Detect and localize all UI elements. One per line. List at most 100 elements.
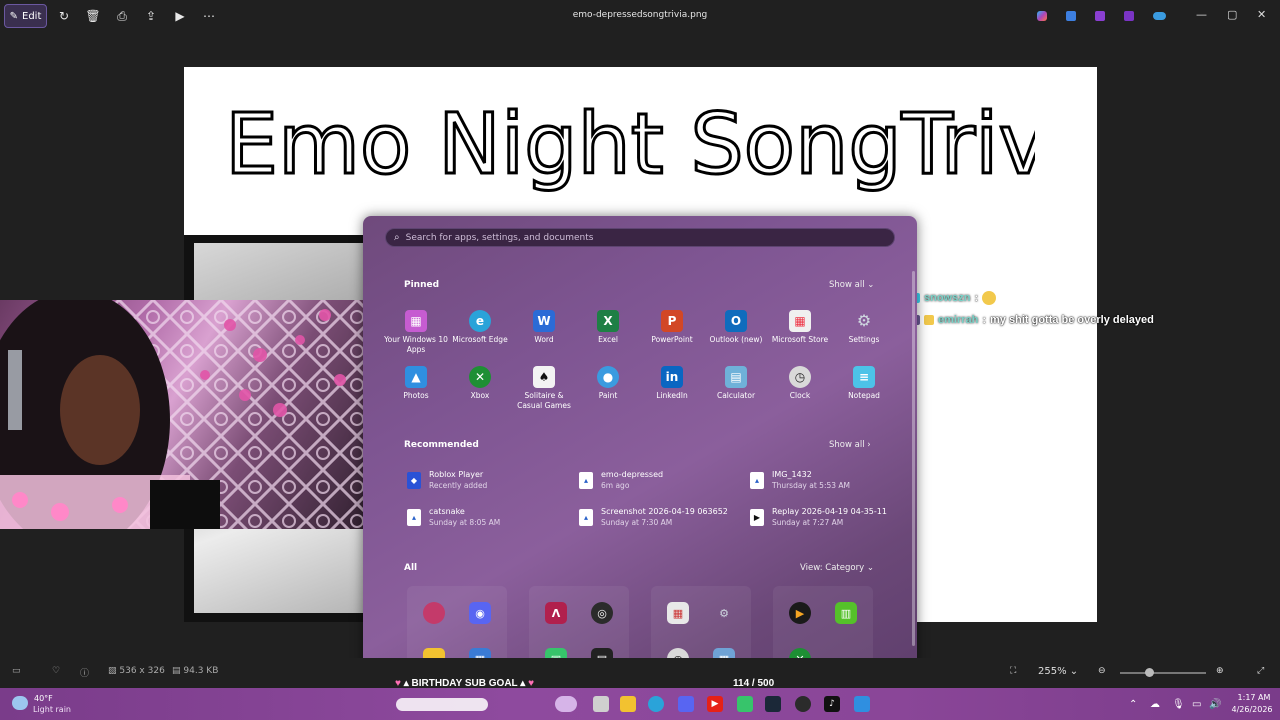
rec-name: Roblox Player [429,470,484,479]
badge-icon [924,315,934,325]
volume-icon[interactable]: 🔊 [1209,699,1221,710]
chat-message: my shit gotta be overly delayed [990,314,1154,326]
scrollbar[interactable] [912,271,915,646]
copilot-icon[interactable] [1034,5,1050,27]
pinned-app-calculator[interactable]: ▤ Calculator [704,366,768,401]
app-icon: ▥ [835,602,857,624]
recommended-title: Recommended [404,440,479,450]
rec-detail: Sunday at 7:27 AM [772,518,844,527]
fullscreen-icon[interactable]: ⤢ [1257,666,1264,676]
view-category-button[interactable]: View: Category ⌄ [800,563,874,573]
fit-icon[interactable]: ⛶ [1010,666,1016,676]
pinned-app-settings[interactable]: ⚙ Settings [832,310,896,345]
recommended-item[interactable]: ▶ Replay 2026-04-19 04-35-11 Sunday at 7… [750,507,887,527]
filmstrip-icon[interactable]: ▭ [12,666,21,676]
webcam-overlay [0,300,378,529]
edge-icon[interactable] [648,696,664,712]
zoom-slider[interactable] [1120,668,1206,677]
search-placeholder: Search for apps, settings, and documents [405,232,594,243]
show-all-label: Show all [829,440,865,450]
tiktok-icon[interactable]: ♪ [824,696,840,712]
network-icon[interactable]: ▭ [1192,699,1201,710]
task-view-icon[interactable] [593,696,609,712]
clock-time[interactable]: 1:17 AM [1237,693,1271,702]
chevron-up-icon[interactable]: ⌃ [1129,699,1137,710]
edge-icon: e [469,310,491,332]
info-icon[interactable]: ⓘ [80,666,89,679]
taskbar-search[interactable] [396,698,488,711]
minimize-icon[interactable]: — [1196,8,1207,21]
store-icon: ▦ [789,310,811,332]
recommended-show-all-button[interactable]: Show all › [829,440,871,450]
chat-username: snowszn [924,292,971,304]
webcam-scene [0,300,378,529]
recommended-item[interactable]: ◆ Roblox Player Recently added [407,470,487,490]
pinned-app-notepad[interactable]: ≡ Notepad [832,366,896,401]
zoom-select[interactable]: 255% ⌄ [1038,666,1078,677]
pinned-app-solitaire[interactable]: ♠ Solitaire & Casual Games [512,366,576,411]
pinned-app-edge[interactable]: e Microsoft Edge [448,310,512,345]
calculator-icon: ▤ [725,366,747,388]
app-label: PowerPoint [651,335,693,344]
rec-detail: Thursday at 5:53 AM [772,481,851,490]
microphone-icon[interactable]: 🎙 [1172,699,1185,710]
pinned-app-outlook[interactable]: O Outlook (new) [704,310,768,345]
pinned-show-all-button[interactable]: Show all ⌄ [829,280,874,290]
pinned-app-word[interactable]: W Word [512,310,576,345]
photos-icon[interactable] [854,696,870,712]
pinned-app-linkedin[interactable]: in LinkedIn [640,366,704,401]
discord-icon[interactable] [678,696,694,712]
image-dimensions: ▧ 536 x 326 [108,666,165,676]
file-explorer-icon[interactable] [620,696,636,712]
app-label: Outlook (new) [709,335,763,344]
chevron-down-icon: ⌄ [866,563,874,573]
pinned-app-photos[interactable]: ▲ Photos [384,366,448,401]
steam-icon[interactable] [765,696,781,712]
recommended-item[interactable]: ▴ emo-depressed 6m ago [579,470,663,490]
video-editor-icon[interactable] [1121,5,1137,27]
app-label: Word [534,335,554,344]
rec-detail: Sunday at 8:05 AM [429,518,501,527]
pinned-app-store[interactable]: ▦ Microsoft Store [768,310,832,345]
clock-date[interactable]: 4/26/2026 [1229,705,1275,714]
onedrive-icon[interactable] [1150,5,1168,27]
recommended-item[interactable]: ▴ catsnake Sunday at 8:05 AM [407,507,500,527]
app-label: Notepad [848,391,880,400]
onedrive-icon[interactable]: ☁ [1150,699,1160,710]
search-input[interactable]: ⌕ Search for apps, settings, and documen… [385,228,895,247]
filesize-text: 94.3 KB [183,666,219,676]
handwritten-title: Emo Night SongTrivia! [215,78,1159,218]
widgets-icon[interactable] [555,696,577,712]
recommended-item[interactable]: ▴ IMG_1432 Thursday at 5:53 AM [750,470,850,490]
rec-name: IMG_1432 [772,470,812,479]
app-icon[interactable] [737,696,753,712]
pinned-app-clock[interactable]: ◷ Clock [768,366,832,401]
youtube-icon[interactable]: ▶ [707,696,723,712]
weather-icon[interactable] [12,696,28,710]
pinned-app-paint[interactable]: ● Paint [576,366,640,401]
taskbar: 40°F Light rain ▶ ♪ ⌃ ☁ 🎙 ▭ 🔊 1:17 AM 4/… [0,688,1280,720]
start-menu: ⌕ Search for apps, settings, and documen… [363,216,917,688]
app-label: LinkedIn [656,391,688,400]
xbox-icon: ✕ [469,366,491,388]
app-label: Paint [598,391,618,400]
pinned-app-excel[interactable]: X Excel [576,310,640,345]
zoom-in-icon[interactable]: ⊕ [1216,666,1224,676]
rec-name: catsnake [429,507,465,516]
pinned-app-windows10[interactable]: ▦ Your Windows 10 Apps [384,310,448,355]
recommended-item[interactable]: ▴ Screenshot 2026-04-19 063652 Sunday at… [579,507,728,527]
pinned-app-xbox[interactable]: ✕ Xbox [448,366,512,401]
zoom-out-icon[interactable]: ⊖ [1098,666,1106,676]
obs-icon[interactable] [795,696,811,712]
dimensions-text: 536 x 326 [119,666,165,676]
designer-icon[interactable] [1063,5,1079,27]
app-icon: Λ [545,602,567,624]
chat-line: snowszn : [882,289,1162,307]
file-name: emo-depressedsongtrivia.png [572,10,708,20]
zoom-slider-thumb[interactable] [1145,668,1154,677]
maximize-icon[interactable]: ▢ [1227,8,1237,21]
pinned-app-powerpoint[interactable]: P PowerPoint [640,310,704,345]
favorite-icon[interactable]: ♡ [52,666,60,676]
clipchamp-icon[interactable] [1092,5,1108,27]
close-icon[interactable]: ✕ [1257,8,1266,21]
